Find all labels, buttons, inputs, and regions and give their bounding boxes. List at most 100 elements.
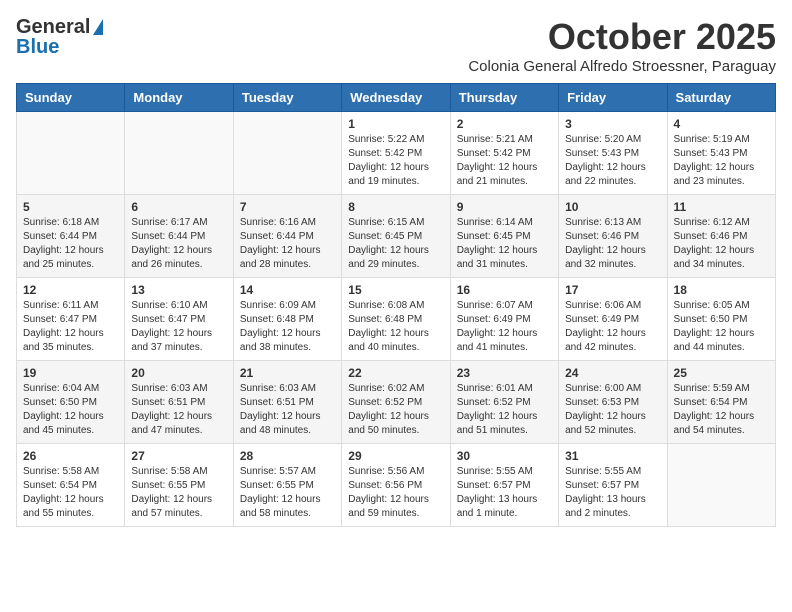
calendar-day-21: 21Sunrise: 6:03 AMSunset: 6:51 PMDayligh…	[233, 361, 341, 444]
day-number: 13	[131, 283, 226, 297]
weekday-header-friday: Friday	[559, 84, 667, 112]
day-number: 11	[674, 200, 769, 214]
calendar-day-16: 16 Sunrise: 6:07 AMSunset: 6:49 PMDayligh…	[450, 278, 558, 361]
calendar-day-11: 11 Sunrise: 6:12 AMSunset: 6:46 PMDayligh…	[667, 195, 775, 278]
calendar-day-5: 5 Sunrise: 6:18 AMSunset: 6:44 PMDaylight…	[17, 195, 125, 278]
day-info: Sunrise: 6:07 AMSunset: 6:49 PMDaylight:…	[457, 299, 552, 355]
calendar-day-1: 1 Sunrise: 5:22 AMSunset: 5:42 PMDaylight…	[342, 112, 450, 195]
day-number: 6	[131, 200, 226, 214]
day-info: Sunrise: 6:00 AMSunset: 6:53 PMDaylight:…	[565, 382, 660, 438]
logo-general-text: General	[16, 16, 90, 38]
day-info: Sunrise: 5:58 AMSunset: 6:54 PMDaylight:…	[23, 465, 118, 521]
day-info: Sunrise: 6:18 AMSunset: 6:44 PMDaylight:…	[23, 216, 118, 272]
calendar-day-31: 31 Sunrise: 5:55 AMSunset: 6:57 PMDayligh…	[559, 444, 667, 527]
day-number: 12	[23, 283, 118, 297]
calendar-day-20: 20Sunrise: 6:03 AMSunset: 6:51 PMDayligh…	[125, 361, 233, 444]
day-number: 26	[23, 449, 118, 463]
empty-day-cell	[17, 112, 125, 195]
day-info: Sunrise: 6:10 AMSunset: 6:47 PMDaylight:…	[131, 299, 226, 355]
page-header: General Blue October 2025 Colonia Genera…	[16, 16, 776, 75]
weekday-header-tuesday: Tuesday	[233, 84, 341, 112]
calendar-day-26: 26 Sunrise: 5:58 AMSunset: 6:54 PMDayligh…	[17, 444, 125, 527]
day-info: Sunrise: 6:04 AMSunset: 6:50 PMDaylight:…	[23, 382, 118, 438]
calendar-day-4: 4 Sunrise: 5:19 AMSunset: 5:43 PMDaylight…	[667, 112, 775, 195]
day-info: Sunrise: 5:55 AMSunset: 6:57 PMDaylight:…	[565, 465, 660, 521]
day-info: Sunrise: 6:12 AMSunset: 6:46 PMDaylight:…	[674, 216, 769, 272]
calendar-day-9: 9 Sunrise: 6:14 AMSunset: 6:45 PMDaylight…	[450, 195, 558, 278]
day-info: Sunrise: 6:14 AMSunset: 6:45 PMDaylight:…	[457, 216, 552, 272]
day-info: Sunrise: 6:02 AMSunset: 6:52 PMDaylight:…	[348, 382, 443, 438]
day-number: 16	[457, 283, 552, 297]
weekday-header-monday: Monday	[125, 84, 233, 112]
day-info: Sunrise: 5:56 AMSunset: 6:56 PMDaylight:…	[348, 465, 443, 521]
weekday-header-wednesday: Wednesday	[342, 84, 450, 112]
calendar-day-14: 14Sunrise: 6:09 AMSunset: 6:48 PMDayligh…	[233, 278, 341, 361]
logo: General Blue	[16, 16, 103, 58]
day-number: 9	[457, 200, 552, 214]
day-number: 8	[348, 200, 443, 214]
day-number: 27	[131, 449, 226, 463]
weekday-header-thursday: Thursday	[450, 84, 558, 112]
calendar-week-row: 26 Sunrise: 5:58 AMSunset: 6:54 PMDayligh…	[17, 444, 776, 527]
title-section: October 2025 Colonia General Alfredo Str…	[468, 16, 776, 75]
calendar-day-13: 13 Sunrise: 6:10 AMSunset: 6:47 PMDayligh…	[125, 278, 233, 361]
day-number: 31	[565, 449, 660, 463]
day-number: 25	[674, 366, 769, 380]
calendar-day-8: 8 Sunrise: 6:15 AMSunset: 6:45 PMDaylight…	[342, 195, 450, 278]
day-info: Sunrise: 5:19 AMSunset: 5:43 PMDaylight:…	[674, 133, 769, 189]
day-info: Sunrise: 6:13 AMSunset: 6:46 PMDaylight:…	[565, 216, 660, 272]
day-info: Sunrise: 6:03 AMSunset: 6:51 PMDaylight:…	[131, 382, 226, 438]
day-info: Sunrise: 5:57 AMSunset: 6:55 PMDaylight:…	[240, 465, 335, 521]
day-info: Sunrise: 6:11 AMSunset: 6:47 PMDaylight:…	[23, 299, 118, 355]
calendar-week-row: 19Sunrise: 6:04 AMSunset: 6:50 PMDayligh…	[17, 361, 776, 444]
calendar-day-3: 3Sunrise: 5:20 AMSunset: 5:43 PMDaylight…	[559, 112, 667, 195]
calendar-day-18: 18Sunrise: 6:05 AMSunset: 6:50 PMDayligh…	[667, 278, 775, 361]
day-info: Sunrise: 5:20 AMSunset: 5:43 PMDaylight:…	[565, 133, 660, 189]
day-info: Sunrise: 6:01 AMSunset: 6:52 PMDaylight:…	[457, 382, 552, 438]
day-info: Sunrise: 5:59 AMSunset: 6:54 PMDaylight:…	[674, 382, 769, 438]
calendar-day-10: 10 Sunrise: 6:13 AMSunset: 6:46 PMDayligh…	[559, 195, 667, 278]
calendar-day-6: 6 Sunrise: 6:17 AMSunset: 6:44 PMDaylight…	[125, 195, 233, 278]
day-number: 4	[674, 117, 769, 131]
weekday-header-saturday: Saturday	[667, 84, 775, 112]
day-number: 24	[565, 366, 660, 380]
day-number: 23	[457, 366, 552, 380]
calendar-day-12: 12 Sunrise: 6:11 AMSunset: 6:47 PMDayligh…	[17, 278, 125, 361]
calendar-day-7: 7Sunrise: 6:16 AMSunset: 6:44 PMDaylight…	[233, 195, 341, 278]
day-info: Sunrise: 5:21 AMSunset: 5:42 PMDaylight:…	[457, 133, 552, 189]
day-info: Sunrise: 6:08 AMSunset: 6:48 PMDaylight:…	[348, 299, 443, 355]
empty-day-cell	[233, 112, 341, 195]
day-number: 17	[565, 283, 660, 297]
calendar-day-27: 27Sunrise: 5:58 AMSunset: 6:55 PMDayligh…	[125, 444, 233, 527]
day-number: 2	[457, 117, 552, 131]
location-subtitle: Colonia General Alfredo Stroessner, Para…	[468, 58, 776, 75]
day-number: 1	[348, 117, 443, 131]
day-number: 5	[23, 200, 118, 214]
calendar-day-29: 29Sunrise: 5:56 AMSunset: 6:56 PMDayligh…	[342, 444, 450, 527]
day-info: Sunrise: 6:03 AMSunset: 6:51 PMDaylight:…	[240, 382, 335, 438]
empty-day-cell	[667, 444, 775, 527]
calendar-day-17: 17Sunrise: 6:06 AMSunset: 6:49 PMDayligh…	[559, 278, 667, 361]
empty-day-cell	[125, 112, 233, 195]
calendar-day-28: 28Sunrise: 5:57 AMSunset: 6:55 PMDayligh…	[233, 444, 341, 527]
day-info: Sunrise: 6:17 AMSunset: 6:44 PMDaylight:…	[131, 216, 226, 272]
calendar-week-row: 1 Sunrise: 5:22 AMSunset: 5:42 PMDaylight…	[17, 112, 776, 195]
calendar-week-row: 5 Sunrise: 6:18 AMSunset: 6:44 PMDaylight…	[17, 195, 776, 278]
calendar-day-30: 30Sunrise: 5:55 AMSunset: 6:57 PMDayligh…	[450, 444, 558, 527]
calendar-table: SundayMondayTuesdayWednesdayThursdayFrid…	[16, 83, 776, 527]
day-number: 10	[565, 200, 660, 214]
logo-triangle-icon	[93, 19, 103, 35]
day-info: Sunrise: 6:16 AMSunset: 6:44 PMDaylight:…	[240, 216, 335, 272]
month-title: October 2025	[468, 16, 776, 58]
calendar-day-22: 22Sunrise: 6:02 AMSunset: 6:52 PMDayligh…	[342, 361, 450, 444]
calendar-day-25: 25 Sunrise: 5:59 AMSunset: 6:54 PMDayligh…	[667, 361, 775, 444]
calendar-week-row: 12 Sunrise: 6:11 AMSunset: 6:47 PMDayligh…	[17, 278, 776, 361]
calendar-day-24: 24 Sunrise: 6:00 AMSunset: 6:53 PMDayligh…	[559, 361, 667, 444]
day-info: Sunrise: 6:15 AMSunset: 6:45 PMDaylight:…	[348, 216, 443, 272]
weekday-header-sunday: Sunday	[17, 84, 125, 112]
day-info: Sunrise: 5:22 AMSunset: 5:42 PMDaylight:…	[348, 133, 443, 189]
day-number: 15	[348, 283, 443, 297]
weekday-header-row: SundayMondayTuesdayWednesdayThursdayFrid…	[17, 84, 776, 112]
calendar-day-15: 15 Sunrise: 6:08 AMSunset: 6:48 PMDayligh…	[342, 278, 450, 361]
day-info: Sunrise: 5:55 AMSunset: 6:57 PMDaylight:…	[457, 465, 552, 521]
